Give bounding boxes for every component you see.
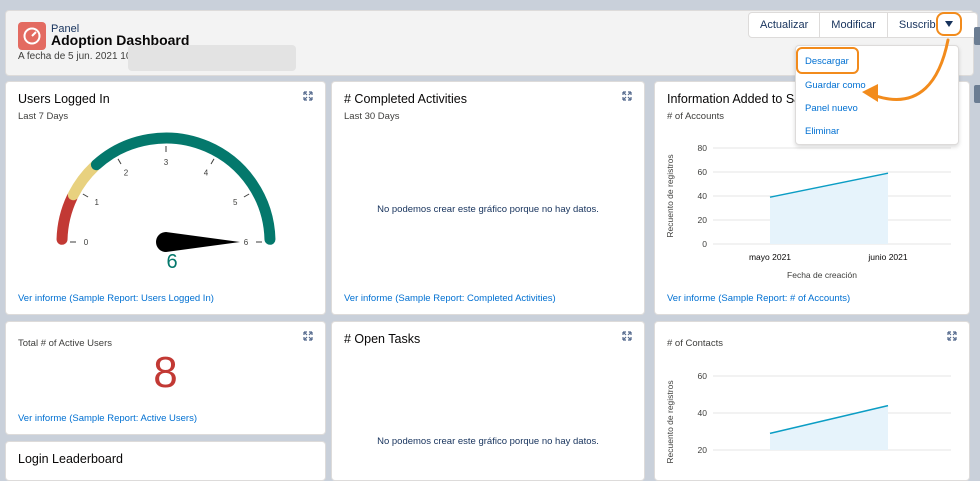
gauge-tick-label: 4 [204,169,209,178]
gauge-chart: 0 1 2 3 4 5 6 6 [56,132,276,273]
gauge-tick-label: 3 [164,158,169,167]
gauge-needle [156,232,240,252]
gauge-tick-label: 5 [233,198,238,207]
view-report-link[interactable]: Ver informe (Sample Report: Users Logged… [18,293,214,304]
y-tick-label: 40 [698,191,708,201]
menu-item-new-dashboard[interactable]: Panel nuevo [805,103,858,114]
redacted-area [128,45,296,71]
y-tick-label: 60 [698,167,708,177]
expand-icon[interactable] [303,91,313,101]
menu-item-delete[interactable]: Eliminar [805,126,839,137]
active-users-card: Total # of Active Users 8 Ver informe (S… [5,321,326,435]
y-axis-label: Recuento de registros [665,154,675,237]
card-title: # Open Tasks [344,332,421,346]
y-tick-label: 20 [698,215,708,225]
card-subtitle: Last 30 Days [344,111,400,122]
no-data-message: No podemos crear este gráfico porque no … [377,436,599,447]
y-tick-label: 80 [698,143,708,153]
dashboard-app-icon [18,22,46,50]
gauge-tick-label: 0 [84,238,89,247]
contacts-card: # of Contacts 20 40 60 Recuento de registro… [654,321,970,481]
gauge-tick-label: 2 [124,169,129,178]
view-report-link[interactable]: Ver informe (Sample Report: # of Account… [667,293,850,304]
gauge-band-teal [90,132,276,245]
active-users-value: 8 [153,348,178,397]
side-scroll-tab[interactable] [974,27,980,45]
gauge-icon [23,27,41,45]
gauge-band-yellow [67,161,100,201]
card-title: # of Contacts [667,338,723,349]
y-tick-label: 0 [702,239,707,249]
login-leaderboard-card: Login Leaderboard [5,441,326,481]
gauge-tick-label: 6 [244,238,249,247]
expand-icon[interactable] [622,331,632,341]
y-tick-label: 20 [698,445,708,455]
accounts-area-chart: 0 20 40 60 80 mayo 2021 junio 2021 Fecha de cre… [665,143,951,280]
card-subtitle: # of Accounts [667,111,725,122]
edit-button[interactable]: Modificar [820,13,888,37]
contacts-area-chart: 20 40 60 Recuento de registros [665,371,951,464]
gauge-tick-label: 1 [94,198,99,207]
y-tick-label: 40 [698,408,708,418]
card-title: Users Logged In [18,92,110,106]
gauge-band-red [56,191,78,245]
x-tick-label: junio 2021 [867,252,908,262]
view-report-link[interactable]: Ver informe (Sample Report: Completed Ac… [344,293,556,304]
as-of-timestamp: A fecha de 5 jun. 2021 10:49 [18,51,146,62]
gauge-tick [117,158,122,165]
card-title: Login Leaderboard [18,452,123,466]
expand-icon[interactable] [622,91,632,101]
x-axis-label: Fecha de creación [787,270,857,280]
x-tick-label: mayo 2021 [749,252,791,262]
no-data-message: No podemos crear este gráfico porque no … [377,204,599,215]
caret-down-icon [945,21,953,27]
y-tick-label: 60 [698,371,708,381]
more-actions-button[interactable] [936,12,962,36]
card-title: # Completed Activities [344,92,467,106]
y-axis-label: Recuento de registros [665,380,675,463]
annotation-highlight [796,47,859,74]
area-fill [770,405,888,450]
area-fill [770,173,888,244]
gauge-tick [210,158,215,165]
expand-icon[interactable] [303,331,313,341]
completed-activities-card: # Completed Activities Last 30 Days No p… [331,81,645,315]
gauge-tick [82,193,89,198]
gauge-value-label: 6 [166,251,177,273]
side-scroll-tab[interactable] [974,85,980,103]
expand-icon[interactable] [947,331,957,341]
gauge-tick [243,193,250,198]
users-logged-in-card: Users Logged In Last 7 Days 01234566 Ver… [5,81,326,315]
open-tasks-card: # Open Tasks No podemos crear este gráfi… [331,321,645,481]
view-report-link[interactable]: Ver informe (Sample Report: Active Users… [18,413,197,424]
refresh-button[interactable]: Actualizar [749,13,821,37]
menu-item-save-as[interactable]: Guardar como [805,80,866,91]
subscribe-button[interactable]: Suscribir [888,13,977,37]
